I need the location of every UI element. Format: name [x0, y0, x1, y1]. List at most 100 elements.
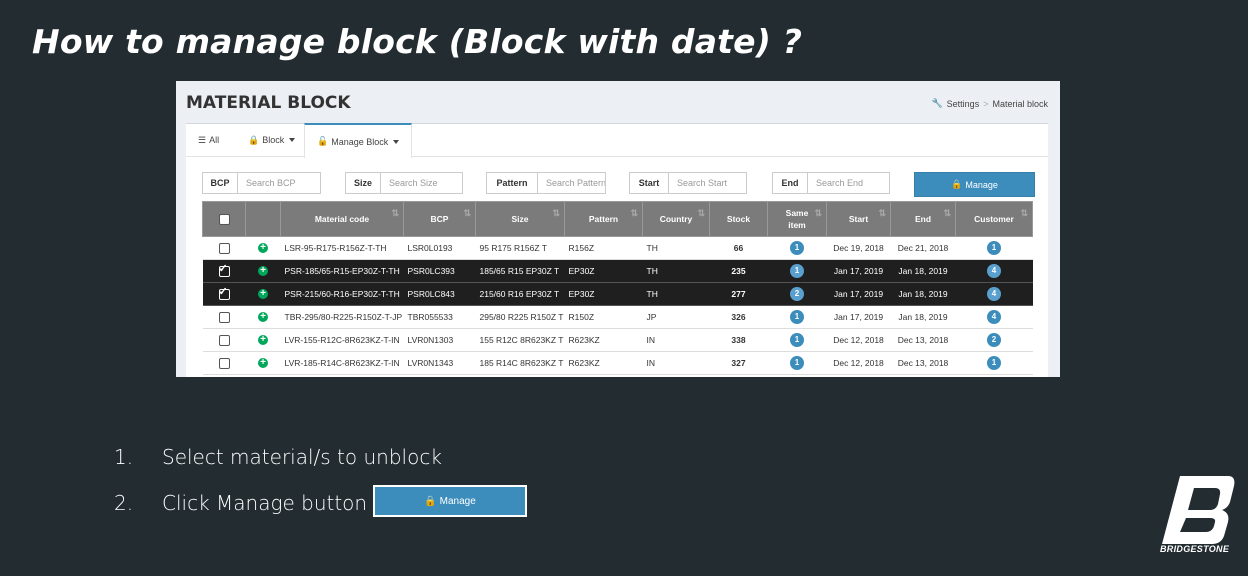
plus-circle-icon[interactable]: +: [258, 289, 268, 300]
row-checkbox[interactable]: [218, 285, 230, 300]
tab-block[interactable]: 🔒 Block: [248, 124, 296, 156]
filter-size: Size Search Size: [345, 172, 463, 194]
lock-icon: 🔒: [424, 495, 437, 507]
customer-badge[interactable]: 1: [987, 356, 1001, 370]
cell-end: Dec 13, 2018: [890, 328, 956, 352]
same-item-badge[interactable]: 1: [790, 241, 804, 255]
search-bcp-input[interactable]: Search BCP: [238, 172, 321, 194]
cell-material-code: TBR-295/80-R225-R150Z-T-JP: [280, 305, 404, 329]
filter-start-label: Start: [629, 172, 669, 194]
customer-badge[interactable]: 4: [987, 310, 1001, 324]
lock-icon: 🔒: [951, 179, 963, 189]
search-start-input[interactable]: Search Start: [669, 172, 747, 194]
cell-start: Jan 17, 2019: [826, 282, 891, 306]
column-header-stock[interactable]: Stock: [709, 201, 768, 237]
step-text: Select material/s to unblock: [162, 445, 442, 469]
same-item-badge[interactable]: 1: [790, 310, 804, 324]
row-checkbox[interactable]: [218, 311, 230, 323]
column-header-end[interactable]: End ⇅: [890, 201, 956, 237]
table-row[interactable]: + PSR-185/65-R15-EP30Z-T-THPSR0LC393185/6…: [202, 259, 1033, 283]
cell-customer: 2: [955, 328, 1033, 352]
select-all-header[interactable]: [202, 201, 246, 237]
plus-circle-icon[interactable]: +: [258, 243, 268, 254]
breadcrumb: 🔧 Settings > Material block: [931, 98, 1048, 109]
cell-end: Dec 21, 2018: [890, 236, 956, 260]
row-select-cell[interactable]: [202, 282, 246, 306]
row-add-cell[interactable]: +: [245, 282, 281, 306]
column-header-label: Stock: [726, 214, 751, 224]
app-screenshot: MATERIAL BLOCK 🔧 Settings > Material blo…: [176, 81, 1060, 377]
column-header-material-code[interactable]: Material code ⇅: [280, 201, 404, 237]
select-all-checkbox[interactable]: [218, 213, 230, 225]
caret-down-icon: [393, 139, 400, 144]
filter-end-label: End: [772, 172, 808, 194]
table-row[interactable]: + PSR-215/60-R16-EP30Z-T-THPSR0LC843215/6…: [202, 282, 1033, 306]
unlock-icon: 🔓: [317, 136, 329, 146]
cell-material-code: LVR-185-R14C-8R623KZ-T-IN: [280, 351, 404, 375]
row-add-cell[interactable]: +: [245, 328, 281, 352]
filter-pattern-label: Pattern: [486, 172, 538, 194]
tab-bar: ☰ All 🔒 Block 🔓 Manage Block: [186, 123, 1048, 158]
cell-customer: 1: [955, 236, 1033, 260]
column-header-same-item[interactable]: Same item ⇅: [767, 201, 827, 237]
row-select-cell[interactable]: [202, 351, 246, 375]
column-header-bcp[interactable]: BCP ⇅: [403, 201, 476, 237]
column-header-label: BCP: [430, 214, 449, 224]
cell-material-code: LVR-155-R12C-8R623KZ-T-IN: [280, 328, 404, 352]
table-row[interactable]: + LVR-155-R12C-8R623KZ-T-IN LVR0N1303 155 R…: [202, 328, 1033, 352]
table-row[interactable]: + TBR-295/80-R225-R150Z-T-JP TBR055533 295/…: [202, 305, 1033, 329]
column-header-customer[interactable]: Customer ⇅: [955, 201, 1033, 237]
same-item-badge[interactable]: 1: [790, 264, 804, 278]
customer-badge[interactable]: 1: [987, 241, 1001, 255]
row-checkbox[interactable]: [218, 334, 230, 346]
same-item-badge[interactable]: 2: [790, 287, 804, 301]
row-add-cell[interactable]: +: [245, 259, 281, 283]
cell-start: Jan 17, 2019: [826, 259, 891, 283]
step-number: 1.: [114, 445, 134, 469]
tab-manage-block[interactable]: 🔓 Manage Block: [304, 123, 413, 158]
customer-badge[interactable]: 4: [987, 264, 1001, 278]
same-item-badge[interactable]: 1: [790, 356, 804, 370]
row-add-cell[interactable]: +: [245, 236, 281, 260]
step-number: 2.: [114, 491, 134, 515]
filter-pattern: Pattern Search Pattern: [486, 172, 606, 194]
cell-bcp: LSR0L0193: [403, 236, 476, 260]
same-item-badge[interactable]: 1: [790, 333, 804, 347]
table-row[interactable]: + LSR-95-R175-R156Z-T-TH LSR0L0193 95 R175 …: [202, 236, 1033, 260]
plus-circle-icon[interactable]: +: [258, 358, 268, 369]
manage-button[interactable]: 🔒 Manage: [914, 172, 1035, 197]
tab-all[interactable]: ☰ All: [198, 124, 219, 156]
plus-circle-icon[interactable]: +: [258, 335, 268, 346]
cell-stock: 338: [709, 328, 768, 352]
search-pattern-input[interactable]: Search Pattern: [538, 172, 606, 194]
row-select-cell[interactable]: [202, 305, 246, 329]
row-select-cell[interactable]: [202, 236, 246, 260]
cell-customer: 1: [955, 351, 1033, 375]
customer-badge[interactable]: 2: [987, 333, 1001, 347]
row-checkbox[interactable]: [218, 262, 230, 277]
sort-icon: ⇅: [697, 208, 705, 218]
row-select-cell[interactable]: [202, 259, 246, 283]
table-row[interactable]: + LVR-185-R14C-8R623KZ-T-IN LVR0N1343 185 R…: [202, 351, 1033, 375]
cell-pattern: R150Z: [564, 305, 643, 329]
manage-button-example[interactable]: 🔒 Manage: [373, 485, 527, 517]
row-add-cell[interactable]: +: [245, 351, 281, 375]
column-header-start[interactable]: Start ⇅: [826, 201, 891, 237]
plus-circle-icon[interactable]: +: [258, 266, 268, 277]
sort-icon: ⇅: [878, 208, 886, 218]
breadcrumb-settings[interactable]: Settings: [947, 99, 980, 109]
plus-circle-icon[interactable]: +: [258, 312, 268, 323]
column-header-country[interactable]: Country ⇅: [642, 201, 710, 237]
row-add-cell[interactable]: +: [245, 305, 281, 329]
filter-end: End Search End: [772, 172, 890, 194]
column-header-label: Country: [659, 214, 693, 224]
row-select-cell[interactable]: [202, 328, 246, 352]
row-checkbox[interactable]: [218, 357, 230, 369]
column-header-pattern[interactable]: Pattern ⇅: [564, 201, 643, 237]
column-header-size[interactable]: Size ⇅: [475, 201, 565, 237]
cell-customer: 4: [955, 282, 1033, 306]
search-end-input[interactable]: Search End: [808, 172, 890, 194]
search-size-input[interactable]: Search Size: [381, 172, 463, 194]
row-checkbox[interactable]: [218, 242, 230, 254]
customer-badge[interactable]: 4: [987, 287, 1001, 301]
